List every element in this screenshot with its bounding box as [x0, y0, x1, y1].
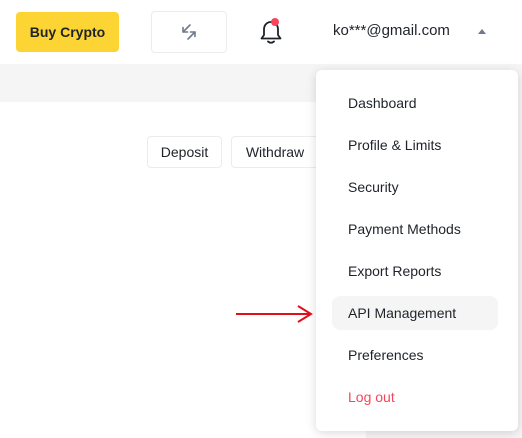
- menu-item-export-reports[interactable]: Export Reports: [332, 250, 498, 292]
- menu-item-security[interactable]: Security: [332, 166, 498, 208]
- menu-item-profile-limits[interactable]: Profile & Limits: [332, 124, 498, 166]
- menu-item-dashboard[interactable]: Dashboard: [332, 82, 498, 124]
- top-navigation-bar: Buy Crypto ko***@gmail.com: [0, 0, 522, 64]
- swap-button[interactable]: [151, 11, 227, 53]
- deposit-button[interactable]: Deposit: [147, 136, 222, 168]
- menu-item-log-out[interactable]: Log out: [332, 376, 498, 418]
- annotation-arrow-icon: [236, 305, 313, 323]
- menu-item-api-management[interactable]: API Management: [332, 296, 498, 330]
- withdraw-button[interactable]: Withdraw: [231, 136, 319, 168]
- account-dropdown-menu: Dashboard Profile & Limits Security Paym…: [316, 70, 518, 431]
- notification-dot: [271, 18, 279, 26]
- account-email[interactable]: ko***@gmail.com: [333, 22, 450, 39]
- menu-item-payment-methods[interactable]: Payment Methods: [332, 208, 498, 250]
- menu-item-preferences[interactable]: Preferences: [332, 334, 498, 376]
- caret-up-icon[interactable]: [478, 29, 486, 34]
- buy-crypto-button[interactable]: Buy Crypto: [16, 12, 119, 52]
- swap-arrows-icon: [182, 24, 196, 40]
